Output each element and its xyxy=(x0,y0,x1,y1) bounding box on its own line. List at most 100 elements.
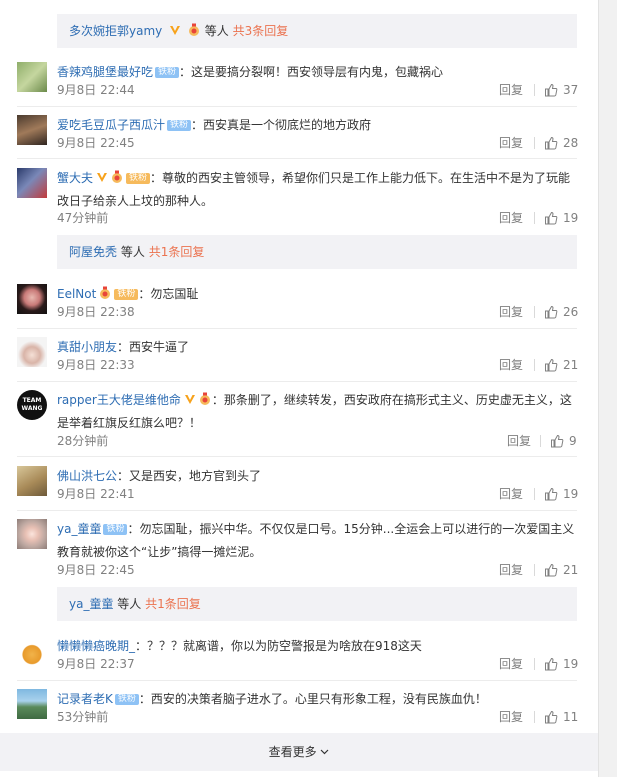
vip-v-icon xyxy=(170,26,181,35)
comment-text: 真甜小朋友：西安牛逼了 xyxy=(57,336,577,359)
comment-text: 蟹大夫 铁粉 ：尊敬的西安主管领导，希望你们只是工作上能力低下。在生活中不是为了玩能… xyxy=(57,167,577,213)
divider-vertical xyxy=(534,359,535,371)
like-count: 9 xyxy=(569,434,577,448)
fan-badge: 铁粉 xyxy=(126,173,151,184)
comment-divider xyxy=(17,328,577,329)
comment-divider xyxy=(17,680,577,681)
like-count: 19 xyxy=(563,487,579,501)
reply-button[interactable]: 回复 xyxy=(499,357,523,373)
divider-vertical xyxy=(534,564,535,576)
like-count: 28 xyxy=(563,136,579,150)
comment-author[interactable]: 爱吃毛豆瓜子西瓜汁 xyxy=(57,118,165,132)
like-count: 19 xyxy=(563,657,579,671)
comment-text: rapper王大佬是维他命 ：那条删了，继续转发，西安政府在搞形式主义、历史虚无主… xyxy=(57,389,577,435)
sub-reply-link[interactable]: 共1条回复 xyxy=(145,597,201,611)
avatar[interactable] xyxy=(17,466,47,496)
avatar[interactable] xyxy=(17,636,47,666)
comment-author[interactable]: 真甜小朋友 xyxy=(57,340,117,354)
sub-reply-bar: 阿屋免秃 等人 共1条回复 xyxy=(57,235,577,269)
comment-time: 9月8日 22:44 xyxy=(57,83,135,97)
comment-divider xyxy=(17,510,577,511)
sub-reply-link[interactable]: 共3条回复 xyxy=(233,24,289,38)
comment-author[interactable]: EelNot xyxy=(57,287,96,301)
comment-text: 爱吃毛豆瓜子西瓜汁 铁粉 ：西安真是一个彻底烂的地方政府 xyxy=(57,114,577,137)
thumbs-up-icon[interactable] xyxy=(544,487,558,501)
comment-body: ：西安的决策者脑子进水了。心里只有形象工程，没有民族血仇！ xyxy=(138,692,487,706)
thumbs-up-icon[interactable] xyxy=(544,358,558,372)
divider-vertical xyxy=(534,658,535,670)
comment-body: ：又是西安，地方官到头了 xyxy=(117,469,262,483)
avatar[interactable] xyxy=(17,519,47,549)
avatar[interactable]: TEAM WANG xyxy=(17,390,47,420)
thumbs-up-icon[interactable] xyxy=(544,136,558,150)
medal-icon xyxy=(112,170,123,183)
divider-vertical xyxy=(540,435,541,447)
sub-reply-mid: 等人 xyxy=(120,245,145,259)
comment-divider xyxy=(17,381,577,382)
scrollbar[interactable] xyxy=(599,0,617,777)
comment-body-line2: 改日子给亲人上坟的那种人。 xyxy=(57,194,214,208)
comment-author[interactable]: 蟹大夫 xyxy=(57,171,93,185)
comment-body: ：勿忘国耻，振兴中华。不仅仅是口号。15分钟...全运会上可以进行的一次爱国主义 xyxy=(127,522,575,536)
comment-text: 香辣鸡腿堡最好吃 铁粉 ：这是要搞分裂啊！西安领导层有内鬼，包藏祸心 xyxy=(57,61,577,84)
comment-body: ：？？？就离谱，你以为防空警报是为啥放在918这天 xyxy=(135,639,422,653)
divider-vertical xyxy=(534,488,535,500)
thumbs-up-icon[interactable] xyxy=(544,563,558,577)
comment-body: ：这是要搞分裂啊！西安领导层有内鬼，包藏祸心 xyxy=(179,65,444,79)
comment-author[interactable]: 记录者老K xyxy=(57,692,113,706)
sub-reply-users[interactable]: 阿屋免秃 xyxy=(69,245,117,259)
comment-author[interactable]: 懒懒懒癌晚期_ xyxy=(57,639,135,653)
reply-button[interactable]: 回复 xyxy=(499,486,523,502)
medal-icon xyxy=(100,286,111,299)
sub-reply-users[interactable]: 多次婉拒郭yamy xyxy=(69,24,162,38)
reply-button[interactable]: 回复 xyxy=(499,135,523,151)
sub-reply-mid: 等人 xyxy=(117,597,142,611)
reply-button[interactable]: 回复 xyxy=(499,210,523,226)
thumbs-up-icon[interactable] xyxy=(544,657,558,671)
avatar[interactable] xyxy=(17,689,47,719)
view-more-button[interactable]: 查看更多 xyxy=(0,733,598,771)
comment-text: 佛山洪七公：又是西安，地方官到头了 xyxy=(57,465,577,488)
thumbs-up-icon[interactable] xyxy=(550,434,564,448)
fan-badge: 铁粉 xyxy=(114,289,139,300)
sub-reply-users[interactable]: ya_童童 xyxy=(69,597,113,611)
reply-button[interactable]: 回复 xyxy=(507,433,531,449)
avatar[interactable] xyxy=(17,337,47,367)
comment-author[interactable]: 香辣鸡腿堡最好吃 xyxy=(57,65,153,79)
divider-vertical xyxy=(534,84,535,96)
sub-reply-mid: 等人 xyxy=(204,24,229,38)
reply-button[interactable]: 回复 xyxy=(499,304,523,320)
avatar[interactable] xyxy=(17,284,47,314)
comment-divider xyxy=(17,106,577,107)
avatar[interactable] xyxy=(17,115,47,145)
thumbs-up-icon[interactable] xyxy=(544,710,558,724)
medal-icon xyxy=(188,23,199,36)
avatar[interactable] xyxy=(17,168,47,198)
comment-body-line2: 是举着红旗反红旗么吧？！ xyxy=(57,416,202,430)
comment-time: 9月8日 22:37 xyxy=(57,657,135,671)
reply-button[interactable]: 回复 xyxy=(499,82,523,98)
sub-reply-link[interactable]: 共1条回复 xyxy=(149,245,205,259)
comment-author[interactable]: rapper王大佬是维他命 xyxy=(57,393,181,407)
thumbs-up-icon[interactable] xyxy=(544,211,558,225)
thumbs-up-icon[interactable] xyxy=(544,83,558,97)
comment-author[interactable]: 佛山洪七公 xyxy=(57,469,117,483)
comment-text: 懒懒懒癌晚期_：？？？就离谱，你以为防空警报是为啥放在918这天 xyxy=(57,635,577,658)
reply-button[interactable]: 回复 xyxy=(499,709,523,725)
reply-button[interactable]: 回复 xyxy=(499,656,523,672)
medal-icon xyxy=(199,392,210,405)
comment-text: 记录者老K 铁粉 ：西安的决策者脑子进水了。心里只有形象工程，没有民族血仇！ xyxy=(57,688,577,711)
divider-vertical xyxy=(534,711,535,723)
comment-divider xyxy=(17,456,577,457)
comment-text: ya_童童 铁粉 ：勿忘国耻，振兴中华。不仅仅是口号。15分钟...全运会上可以进行… xyxy=(57,518,577,564)
avatar[interactable] xyxy=(17,62,47,92)
reply-button[interactable]: 回复 xyxy=(499,562,523,578)
comment-text: EelNot 铁粉 ：勿忘国耻 xyxy=(57,283,577,306)
comment-time: 47分钟前 xyxy=(57,211,109,225)
divider-vertical xyxy=(534,306,535,318)
thumbs-up-icon[interactable] xyxy=(544,305,558,319)
fan-badge: 铁粉 xyxy=(103,524,128,535)
comment-author[interactable]: ya_童童 xyxy=(57,522,101,536)
fan-badge: 铁粉 xyxy=(114,694,139,705)
like-count: 37 xyxy=(563,83,579,97)
